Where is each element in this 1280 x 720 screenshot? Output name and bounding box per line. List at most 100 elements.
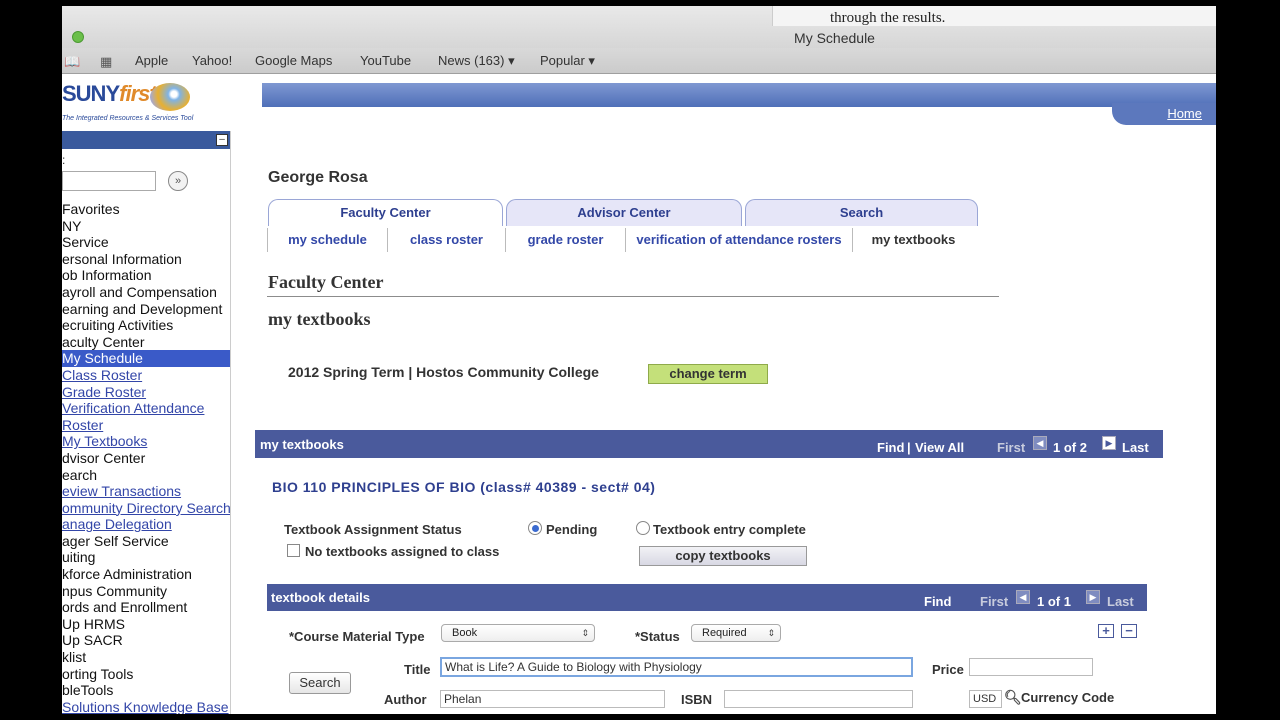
header-tab-band: Home xyxy=(1112,103,1216,125)
menu-item[interactable]: ommunity Directory Search xyxy=(62,500,230,517)
subtab-grade-roster[interactable]: grade roster xyxy=(505,228,625,252)
entry-complete-radio[interactable] xyxy=(636,521,650,535)
copy-textbooks-button[interactable]: copy textbooks xyxy=(639,546,807,566)
menu-item[interactable]: Grade Roster xyxy=(62,384,230,401)
assignment-status-label: Textbook Assignment Status xyxy=(284,522,462,537)
lookup-magnifier-icon[interactable]: 🔍︎ xyxy=(1004,689,1022,706)
author-input[interactable]: Phelan xyxy=(440,690,665,708)
menu-item[interactable]: earch xyxy=(62,467,230,484)
section-title: my textbooks xyxy=(268,309,371,329)
browser-window: My Schedule through the results. 📖 ▦ App… xyxy=(62,6,1216,714)
menu-item[interactable]: klist xyxy=(62,649,230,666)
bookmark-popular[interactable]: Popular ▾ xyxy=(540,53,595,69)
title-label: Title xyxy=(404,662,431,677)
menu-item[interactable]: Class Roster xyxy=(62,367,230,384)
menu-item[interactable]: dvisor Center xyxy=(62,450,230,467)
next-arrow-icon[interactable]: ▶ xyxy=(1102,436,1116,450)
price-input[interactable] xyxy=(969,658,1093,676)
menu-search-input[interactable] xyxy=(62,171,156,191)
remove-row-icon[interactable]: − xyxy=(1121,624,1137,638)
menu-item[interactable]: Service xyxy=(62,234,230,251)
bookmark-yahoo[interactable]: Yahoo! xyxy=(192,53,232,68)
subtab-verification-attendance[interactable]: verification of attendance rosters xyxy=(625,228,852,252)
details-find-link[interactable]: Find xyxy=(924,594,951,609)
menu-item[interactable]: My Schedule xyxy=(62,350,230,367)
menu-item[interactable]: earning and Development xyxy=(62,301,230,318)
details-previous-arrow-icon: ◀ xyxy=(1016,590,1030,604)
subtab-my-textbooks[interactable]: my textbooks xyxy=(852,228,974,252)
menu-item[interactable]: ords and Enrollment xyxy=(62,599,230,616)
course-title: BIO 110 PRINCIPLES OF BIO (class# 40389 … xyxy=(272,479,656,495)
entry-complete-label: Textbook entry complete xyxy=(653,522,806,537)
title-divider xyxy=(267,296,999,297)
menu-header: – xyxy=(62,131,230,149)
reading-list-icon[interactable]: 📖 xyxy=(64,54,80,70)
logo-tagline: The Integrated Resources & Services Tool xyxy=(62,115,194,122)
menu-item[interactable]: orting Tools xyxy=(62,666,230,683)
panel-count: 1 of 2 xyxy=(1053,440,1087,455)
details-next-arrow-icon: ▶ xyxy=(1086,590,1100,604)
pending-radio[interactable] xyxy=(528,521,542,535)
collapse-menu-button[interactable]: – xyxy=(216,134,228,146)
menu-item[interactable]: Up SACR xyxy=(62,632,230,649)
menu-item[interactable]: ersonal Information xyxy=(62,251,230,268)
menu-item[interactable]: anage Delegation xyxy=(62,516,230,533)
page-title: Faculty Center xyxy=(268,272,384,292)
previous-arrow-icon: ◀ xyxy=(1033,436,1047,450)
tab-advisor-center[interactable]: Advisor Center xyxy=(506,199,742,226)
menu-item[interactable]: eview Transactions xyxy=(62,483,230,500)
tab-faculty-center[interactable]: Faculty Center xyxy=(268,199,503,226)
menu-item[interactable]: Favorites xyxy=(62,201,230,218)
isbn-label: ISBN xyxy=(681,692,713,707)
bookmark-news[interactable]: News (163) ▾ xyxy=(438,53,515,69)
change-term-button[interactable]: change term xyxy=(648,364,768,384)
menu-item[interactable]: aculty Center xyxy=(62,334,230,351)
menu-item[interactable]: ayroll and Compensation xyxy=(62,284,230,301)
bookmark-apple[interactable]: Apple xyxy=(135,53,168,68)
sunyfirst-logo[interactable]: SUNYfirst xyxy=(62,81,157,107)
currency-input[interactable]: USD xyxy=(969,690,1002,708)
add-row-icon[interactable]: + xyxy=(1098,624,1114,638)
main-content: George Rosa Faculty Center Advisor Cente… xyxy=(232,131,1216,714)
window-title: My Schedule xyxy=(794,30,875,46)
menu-item[interactable]: ager Self Service xyxy=(62,533,230,550)
bookmarks-bar: 📖 ▦ Apple Yahoo! Google Maps YouTube New… xyxy=(62,48,1216,74)
details-last-link: Last xyxy=(1107,594,1134,609)
subtab-class-roster[interactable]: class roster xyxy=(387,228,505,252)
menu-item[interactable]: kforce Administration xyxy=(62,566,230,583)
isbn-input[interactable] xyxy=(724,690,913,708)
title-input[interactable]: What is Life? A Guide to Biology with Ph… xyxy=(440,657,913,677)
title-bar: My Schedule through the results. xyxy=(62,6,1216,48)
bookmark-google-maps[interactable]: Google Maps xyxy=(255,53,332,68)
status-select[interactable]: Required ⇕ xyxy=(691,624,781,642)
subtabs-bar: my schedule class roster grade roster ve… xyxy=(267,228,977,252)
details-first-link: First xyxy=(980,594,1009,609)
subtab-my-schedule[interactable]: my schedule xyxy=(267,228,387,252)
home-link[interactable]: Home xyxy=(1167,106,1202,121)
menu-item[interactable]: Verification Attendance xyxy=(62,400,230,417)
material-type-select[interactable]: Book ⇕ xyxy=(441,624,595,642)
textbook-details-header: textbook details Find First ◀ 1 of 1 ▶ L… xyxy=(267,584,1147,611)
menu-item[interactable]: uiting xyxy=(62,549,230,566)
menu-item[interactable]: NY xyxy=(62,218,230,235)
menu-item[interactable]: npus Community xyxy=(62,583,230,600)
top-sites-grid-icon[interactable]: ▦ xyxy=(100,54,112,70)
search-button[interactable]: Search xyxy=(289,672,351,694)
menu-item[interactable]: ecruiting Activities xyxy=(62,317,230,334)
no-textbooks-checkbox[interactable] xyxy=(287,544,300,557)
author-label: Author xyxy=(384,692,427,707)
tab-search[interactable]: Search xyxy=(745,199,978,226)
menu-item[interactable]: Roster xyxy=(62,417,230,434)
menu-item[interactable]: Solutions Knowledge Base xyxy=(62,699,230,714)
bookmark-youtube[interactable]: YouTube xyxy=(360,53,411,68)
panel-view-all-link[interactable]: View All xyxy=(915,440,964,455)
menu-item[interactable]: bleTools xyxy=(62,682,230,699)
pending-label: Pending xyxy=(546,522,598,537)
menu-item[interactable]: Up HRMS xyxy=(62,616,230,633)
panel-last-link[interactable]: Last xyxy=(1122,440,1149,455)
panel-find-link[interactable]: Find xyxy=(877,440,904,455)
menu-search-go-button[interactable]: » xyxy=(168,171,188,191)
menu-item[interactable]: ob Information xyxy=(62,267,230,284)
material-type-label: *Course Material Type xyxy=(289,629,425,644)
menu-item[interactable]: My Textbooks xyxy=(62,433,230,450)
